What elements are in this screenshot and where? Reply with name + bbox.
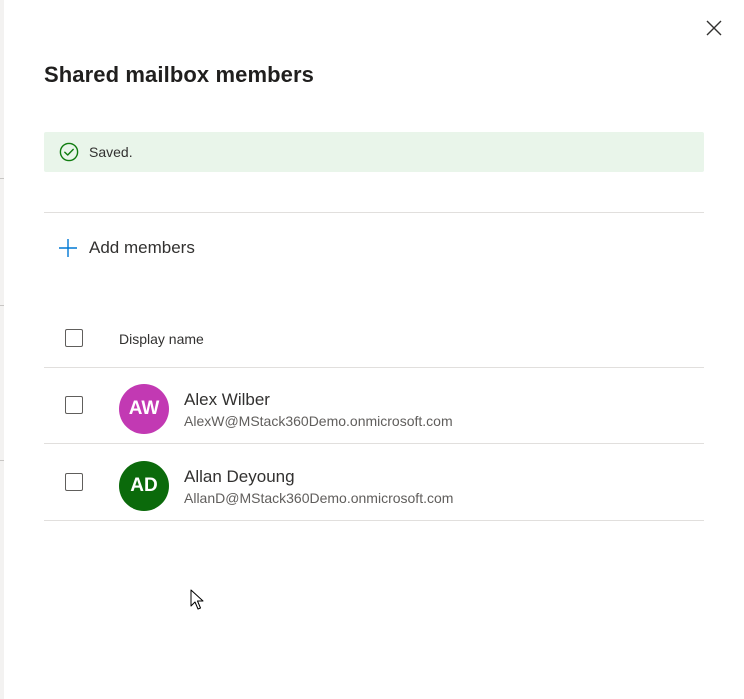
avatar: AW — [119, 384, 169, 434]
section-divider — [44, 212, 704, 213]
close-icon — [706, 20, 722, 36]
checkmark-circle-icon — [59, 142, 79, 162]
avatar: AD — [119, 461, 169, 511]
header-divider — [44, 367, 704, 368]
panel-title: Shared mailbox members — [44, 62, 314, 87]
mouse-pointer-icon — [190, 589, 204, 610]
member-email: AlexW@MStack360Demo.onmicrosoft.com — [184, 413, 453, 429]
member-name: Alex Wilber — [184, 390, 270, 409]
add-members-button[interactable]: Add members — [58, 234, 195, 262]
status-message: Saved. — [89, 144, 133, 160]
column-header-display-name[interactable]: Display name — [119, 331, 204, 347]
row-divider — [44, 520, 704, 521]
row-checkbox[interactable] — [65, 396, 83, 414]
row-divider — [44, 443, 704, 444]
member-email: AllanD@MStack360Demo.onmicrosoft.com — [184, 490, 454, 506]
success-banner: Saved. — [44, 132, 704, 172]
select-all-checkbox[interactable] — [65, 329, 83, 347]
members-panel: Shared mailbox members Saved. Add member… — [4, 0, 744, 699]
member-name: Allan Deyoung — [184, 467, 295, 486]
plus-icon — [58, 238, 78, 258]
close-button[interactable] — [701, 15, 727, 41]
add-members-label: Add members — [89, 238, 195, 257]
row-checkbox[interactable] — [65, 473, 83, 491]
